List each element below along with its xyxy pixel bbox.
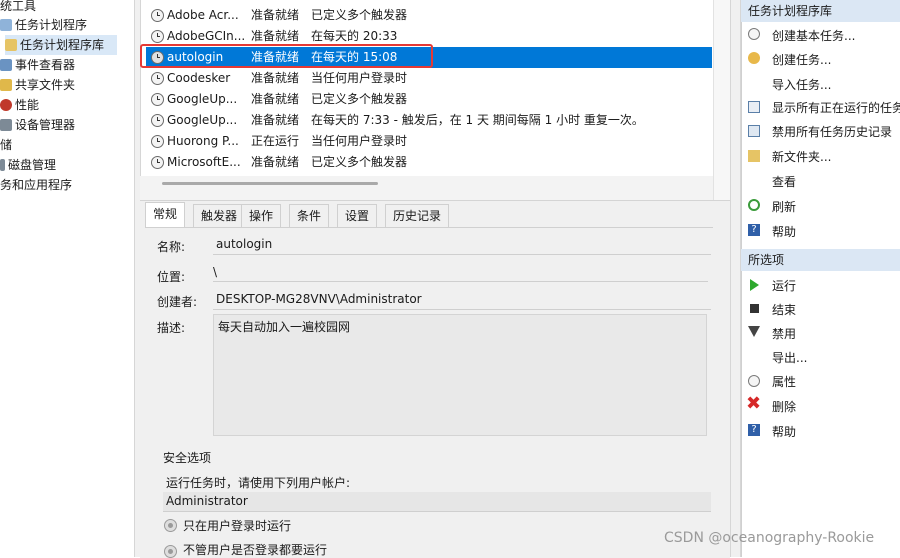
disk-icon (0, 159, 5, 171)
tree-item-task-scheduler[interactable]: 任务计划程序 (0, 15, 87, 35)
clock-icon (151, 93, 164, 106)
radio-run-whether-logged-on-label: 不管用户是否登录都要运行 (183, 543, 328, 557)
action-run[interactable]: 运行 (772, 277, 796, 294)
task-row[interactable]: Coodesker 准备就绪 当任何用户登录时 (146, 68, 712, 89)
radio-run-when-logged-on[interactable] (164, 519, 177, 532)
action-delete[interactable]: 删除 (772, 398, 796, 415)
task-row[interactable]: GoogleUp... 准备就绪 在每天的 7:33 - 触发后，在 1 天 期间每… (146, 110, 712, 131)
folder-icon (748, 150, 760, 162)
tree-item-event-viewer[interactable]: 事件查看器 (0, 55, 75, 75)
properties-icon (748, 375, 760, 387)
action-create-basic-task[interactable]: 创建基本任务... (772, 27, 855, 44)
name-field[interactable]: autologin (213, 234, 711, 255)
action-export[interactable]: 导出... (772, 349, 807, 366)
action-disable-history[interactable]: 禁用所有任务历史记录 (772, 123, 892, 140)
run-as-user-field[interactable]: Administrator (163, 492, 711, 512)
tree-item-shared-folders[interactable]: 共享文件夹 (0, 75, 75, 95)
task-row[interactable]: MicrosoftE... 准备就绪 已定义多个触发器 (146, 152, 712, 173)
tree-item-system-tools[interactable]: 统工具 (0, 0, 36, 16)
action-properties[interactable]: 属性 (772, 373, 796, 390)
tree-item-performance[interactable]: 性能 (0, 95, 39, 115)
action-new-folder[interactable]: 新文件夹... (772, 148, 831, 165)
security-options-title: 安全选项 (163, 451, 212, 465)
shared-folder-icon (0, 79, 12, 91)
tab-history[interactable]: 历史记录 (385, 204, 450, 227)
author-field[interactable]: DESKTOP-MG28VNV\Administrator (213, 289, 711, 310)
task-row[interactable]: GoogleUp... 准备就绪 已定义多个触发器 (146, 89, 712, 110)
action-refresh[interactable]: 刷新 (772, 198, 796, 215)
location-field[interactable]: \ (213, 263, 708, 282)
description-textarea[interactable]: 每天自动加入一遍校园网 (213, 314, 707, 436)
refresh-icon (748, 199, 760, 211)
task-list: Adobe Acr... 准备就绪 已定义多个触发器 AdobeGCIn... 准备就… (146, 0, 712, 176)
author-label: 创建者: (157, 295, 198, 309)
clock-icon (151, 9, 164, 22)
radio-run-whether-logged-on[interactable] (164, 545, 177, 558)
radio-run-when-logged-on-label: 只在用户登录时运行 (183, 519, 292, 533)
tree-item-device-manager[interactable]: 设备管理器 (0, 115, 75, 135)
clock-icon (151, 114, 164, 127)
help-icon: ? (748, 224, 760, 236)
performance-icon (0, 99, 12, 111)
location-label: 位置: (157, 270, 186, 284)
tree-item-services-apps[interactable]: 务和应用程序 (0, 175, 72, 195)
action-help-library[interactable]: 帮助 (772, 223, 796, 240)
action-show-running[interactable]: 显示所有正在运行的任务 (772, 99, 900, 116)
actions-library-header[interactable]: 任务计划程序库 (741, 0, 900, 22)
hscroll-thumb[interactable] (162, 182, 378, 185)
task-list-hscrollbar[interactable] (140, 176, 713, 200)
action-end[interactable]: 结束 (772, 301, 796, 318)
highlight-annotation-box (140, 44, 433, 68)
create-task-icon (748, 52, 760, 64)
action-import-task[interactable]: 导入任务... (772, 76, 831, 93)
selected-item-header[interactable]: 所选项 (741, 249, 900, 271)
tab-triggers[interactable]: 触发器 (193, 204, 246, 227)
navigation-tree: 统工具 任务计划程序 任务计划程序库 事件查看器 共享文件夹 性能 设备管理器 … (0, 0, 134, 557)
device-manager-icon (0, 119, 12, 131)
delete-icon: ✖ (746, 393, 762, 414)
action-disable[interactable]: 禁用 (772, 325, 796, 342)
tab-conditions[interactable]: 条件 (289, 204, 330, 227)
help-icon: ? (748, 424, 760, 436)
tab-settings[interactable]: 设置 (337, 204, 378, 227)
tab-general[interactable]: 常规 (145, 202, 186, 228)
clock-icon (151, 135, 164, 148)
end-icon (750, 304, 759, 313)
tree-item-disk-management[interactable]: 磁盘管理 (0, 155, 56, 175)
running-tasks-icon (748, 101, 760, 113)
task-row[interactable]: Adobe Acr... 准备就绪 已定义多个触发器 (146, 5, 712, 26)
task-scheduler-icon (0, 19, 12, 31)
run-as-label: 运行任务时，请使用下列用户帐户: (166, 476, 351, 490)
history-icon (748, 125, 760, 137)
clock-icon (151, 156, 164, 169)
name-label: 名称: (157, 240, 186, 254)
task-row[interactable]: Huorong P... 正在运行 当任何用户登录时 (146, 131, 712, 152)
watermark: CSDN @oceanography-Rookie (664, 530, 875, 546)
tab-actions[interactable]: 操作 (241, 204, 282, 227)
tree-item-task-library[interactable]: 任务计划程序库 (5, 35, 117, 55)
folder-clock-icon (5, 39, 17, 51)
right-splitter[interactable] (730, 0, 741, 557)
action-create-task[interactable]: 创建任务... (772, 51, 831, 68)
clock-icon (151, 72, 164, 85)
create-basic-task-icon (748, 28, 760, 40)
tree-item-storage[interactable]: 储 (0, 135, 12, 155)
disable-icon (748, 326, 760, 337)
action-help-selected[interactable]: 帮助 (772, 423, 796, 440)
event-viewer-icon (0, 59, 12, 71)
clock-icon (151, 30, 164, 43)
task-list-vscrollbar[interactable] (713, 0, 730, 200)
action-view[interactable]: 查看 (772, 173, 796, 190)
description-label: 描述: (157, 321, 186, 335)
run-icon (750, 279, 759, 291)
